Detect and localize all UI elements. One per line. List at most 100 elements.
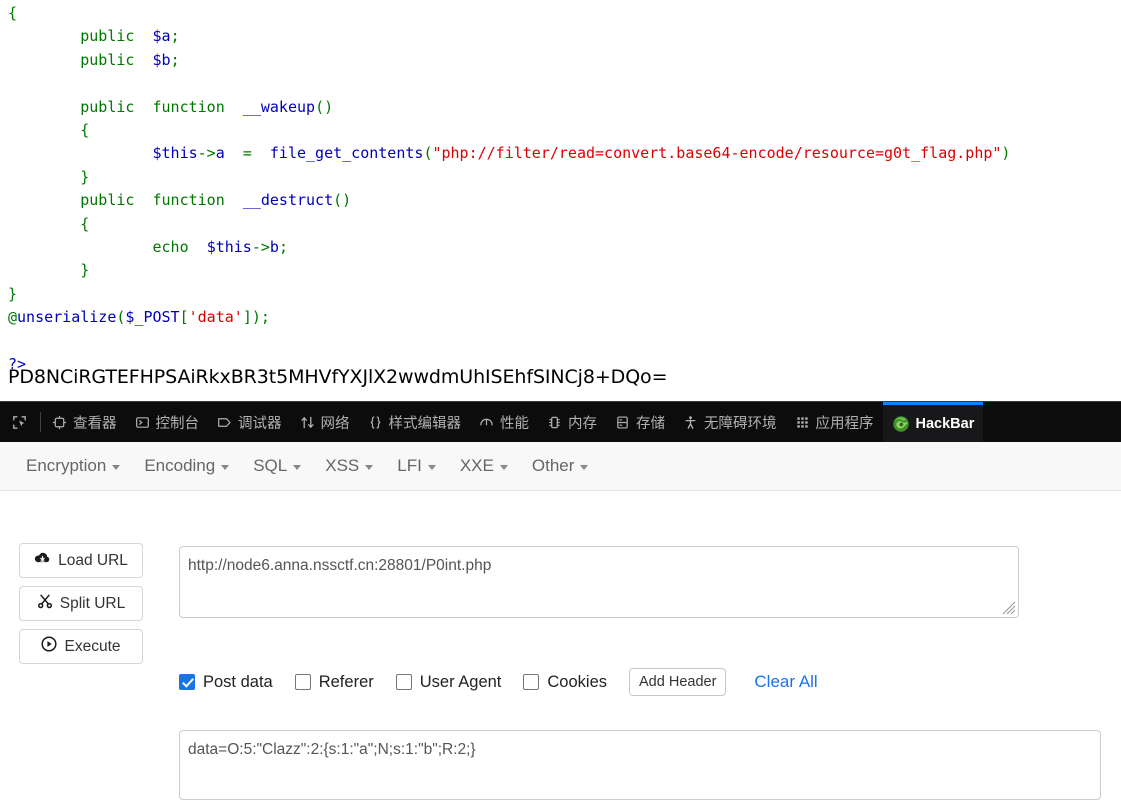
- code-token: {: [8, 121, 90, 140]
- code-line: {: [8, 119, 1010, 142]
- url-input[interactable]: [179, 546, 1019, 618]
- chevron-down-icon: [293, 465, 302, 470]
- devtools-tab-debugger[interactable]: 调试器: [208, 402, 291, 443]
- performance-icon: [479, 415, 494, 430]
- checkbox-referer[interactable]: [294, 674, 311, 690]
- element-picker-icon[interactable]: [0, 402, 38, 443]
- code-line: public function __wakeup(): [8, 96, 1010, 119]
- menu-label: Encryption: [26, 456, 107, 475]
- checkbox-cookies[interactable]: [523, 674, 540, 690]
- devtools-toolbar: 查看器 控制台 调试器 网络 样式编辑器 性能 内存 存储 无障碍环境 应用程序…: [0, 401, 1121, 443]
- execute-button[interactable]: Execute: [19, 629, 143, 664]
- hackbar-menubar: Encryption Encoding SQL XSS LFI XXE Othe…: [0, 442, 1121, 491]
- devtools-tab-hackbar[interactable]: HackBar: [882, 402, 984, 443]
- chevron-down-icon: [580, 465, 589, 470]
- code-token: ;: [278, 238, 288, 257]
- play-circle-icon: [41, 636, 58, 657]
- menu-other[interactable]: Other: [520, 451, 601, 481]
- code-token: @: [8, 308, 18, 327]
- hackbar-action-buttons: Load URL Split URL Execute: [19, 543, 143, 664]
- devtools-tab-inspector[interactable]: 查看器: [43, 402, 126, 443]
- devtools-tab-console[interactable]: 控制台: [126, 402, 209, 443]
- devtools-tab-label: 性能: [500, 416, 529, 432]
- menu-lfi[interactable]: LFI: [385, 451, 448, 481]
- base64-output-text: PD8NCiRGTEFHPSAiRkxBR3t5MHVfYXJlX2wwdmUh…: [8, 366, 668, 388]
- menu-xxe[interactable]: XXE: [448, 451, 520, 481]
- code-token: echo: [152, 238, 189, 257]
- menu-xss[interactable]: XSS: [313, 451, 385, 481]
- menu-encoding[interactable]: Encoding: [132, 451, 241, 481]
- code-token: ): [1001, 144, 1011, 163]
- php-source-output: { public $a; public $b; public function …: [0, 0, 1121, 400]
- code-token: (): [333, 191, 352, 210]
- post-data-input[interactable]: [179, 730, 1101, 800]
- code-token: public: [80, 191, 135, 210]
- code-token: }: [8, 284, 18, 303]
- menu-label: SQL: [253, 456, 288, 475]
- code-token: [: [179, 308, 189, 327]
- code-line: $this->a = file_get_contents("php://filt…: [8, 142, 1011, 165]
- memory-icon: [547, 415, 562, 430]
- hackbar-logo-icon: [892, 415, 910, 433]
- menu-sql[interactable]: SQL: [241, 451, 313, 481]
- checkbox-post-data[interactable]: [179, 674, 195, 690]
- clear-all-link[interactable]: Clear All: [754, 672, 817, 692]
- devtools-tab-label: 样式编辑器: [388, 416, 462, 432]
- network-icon: [300, 415, 315, 430]
- hackbar-options-row: Post data Referer User Agent Cookies Add…: [179, 668, 818, 696]
- code-line: {: [8, 213, 1010, 236]
- code-token: a: [215, 144, 225, 163]
- menu-label: XXE: [459, 456, 494, 475]
- code-token: $this: [152, 144, 198, 163]
- checkbox-user-agent[interactable]: [395, 674, 412, 690]
- code-token: {: [8, 4, 18, 22]
- code-token: ->: [197, 144, 216, 163]
- load-url-button[interactable]: Load URL: [19, 543, 143, 578]
- code-token: unserialize: [17, 308, 117, 327]
- button-label: Execute: [64, 637, 121, 655]
- devtools-tab-network[interactable]: 网络: [291, 402, 359, 443]
- code-token: $a: [152, 27, 171, 46]
- chevron-down-icon: [365, 465, 374, 470]
- code-token: {: [8, 214, 90, 233]
- devtools-tab-accessibility[interactable]: 无障碍环境: [674, 402, 786, 443]
- storage-icon: [615, 415, 630, 430]
- devtools-tab-style-editor[interactable]: 样式编辑器: [359, 402, 471, 443]
- code-token: function: [152, 191, 225, 210]
- devtools-tab-application[interactable]: 应用程序: [786, 402, 883, 443]
- option-post-data[interactable]: Post data: [179, 673, 273, 692]
- code-token: ]);: [242, 308, 270, 327]
- code-token: file_get_contents: [269, 144, 424, 163]
- code-token: function: [152, 97, 225, 116]
- accessibility-icon: [683, 415, 698, 430]
- style-editor-icon: [368, 415, 383, 430]
- devtools-tab-memory[interactable]: 内存: [538, 402, 606, 443]
- devtools-tab-label: 查看器: [73, 416, 117, 432]
- chevron-down-icon: [427, 465, 436, 470]
- code-token: public: [80, 27, 135, 46]
- code-line: public function __destruct(): [8, 189, 1010, 212]
- menu-label: LFI: [397, 456, 422, 475]
- option-user-agent[interactable]: User Agent: [395, 673, 501, 692]
- option-cookies[interactable]: Cookies: [523, 673, 607, 692]
- option-label: Post data: [203, 672, 273, 691]
- menu-encryption[interactable]: Encryption: [14, 451, 132, 481]
- devtools-tab-performance[interactable]: 性能: [470, 402, 538, 443]
- add-header-button[interactable]: Add Header: [629, 668, 727, 696]
- php-code-block: { public $a; public $b; public function …: [8, 2, 1010, 377]
- code-token: }: [8, 261, 90, 280]
- split-url-button[interactable]: Split URL: [19, 586, 143, 621]
- code-token: ;: [170, 50, 180, 69]
- option-referer[interactable]: Referer: [294, 673, 374, 692]
- devtools-tab-storage[interactable]: 存储: [606, 402, 674, 443]
- code-line: }: [8, 283, 1010, 306]
- chevron-down-icon: [112, 465, 121, 470]
